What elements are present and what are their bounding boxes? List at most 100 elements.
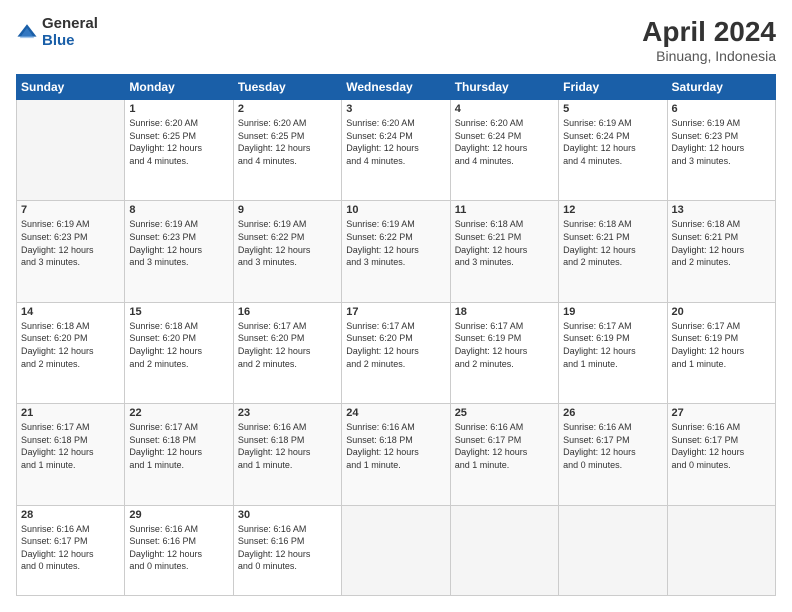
day-info: Sunrise: 6:19 AM Sunset: 6:22 PM Dayligh… — [346, 218, 445, 268]
day-info: Sunrise: 6:16 AM Sunset: 6:16 PM Dayligh… — [238, 523, 337, 573]
col-tuesday: Tuesday — [233, 75, 341, 100]
table-row: 22 Sunrise: 6:17 AM Sunset: 6:18 PM Dayli… — [125, 404, 233, 505]
col-thursday: Thursday — [450, 75, 558, 100]
title-month: April 2024 — [642, 16, 776, 48]
day-info: Sunrise: 6:20 AM Sunset: 6:24 PM Dayligh… — [455, 117, 554, 167]
table-row: 25Sunrise: 6:16 AM Sunset: 6:17 PM Dayli… — [450, 404, 558, 505]
table-row: 28 Sunrise: 6:16 AM Sunset: 6:17 PM Dayli… — [17, 505, 125, 596]
day-number: 3 — [346, 103, 445, 115]
title-location: Binuang, Indonesia — [642, 48, 776, 64]
day-number: 5 — [563, 103, 662, 115]
day-number: 2 — [238, 103, 337, 115]
day-number: 24 — [346, 407, 445, 419]
day-info: Sunrise: 6:20 AM Sunset: 6:24 PM Dayligh… — [346, 117, 445, 167]
day-number: 27 — [672, 407, 771, 419]
table-row: 21 Sunrise: 6:17 AM Sunset: 6:18 PM Dayli… — [17, 404, 125, 505]
day-number: 14 — [21, 306, 120, 318]
table-row — [450, 505, 558, 596]
table-row: 6 Sunrise: 6:19 AM Sunset: 6:23 PM Daylig… — [667, 100, 775, 201]
day-info: Sunrise: 6:16 AM Sunset: 6:18 PM Dayligh… — [346, 421, 445, 471]
table-row: 8 Sunrise: 6:19 AM Sunset: 6:23 PM Daylig… — [125, 201, 233, 302]
col-sunday: Sunday — [17, 75, 125, 100]
table-row: 30Sunrise: 6:16 AM Sunset: 6:16 PM Dayli… — [233, 505, 341, 596]
day-info: Sunrise: 6:19 AM Sunset: 6:23 PM Dayligh… — [672, 117, 771, 167]
day-info: Sunrise: 6:19 AM Sunset: 6:23 PM Dayligh… — [129, 218, 228, 268]
table-row: 4 Sunrise: 6:20 AM Sunset: 6:24 PM Daylig… — [450, 100, 558, 201]
day-info: Sunrise: 6:17 AM Sunset: 6:19 PM Dayligh… — [563, 320, 662, 370]
logo-text: General Blue — [42, 16, 98, 49]
table-row: 19 Sunrise: 6:17 AM Sunset: 6:19 PM Dayli… — [559, 302, 667, 403]
day-number: 1 — [129, 103, 228, 115]
day-info: Sunrise: 6:18 AM Sunset: 6:21 PM Dayligh… — [672, 218, 771, 268]
day-number: 22 — [129, 407, 228, 419]
day-info: Sunrise: 6:20 AM Sunset: 6:25 PM Dayligh… — [129, 117, 228, 167]
table-row: 15 Sunrise: 6:18 AM Sunset: 6:20 PM Dayli… — [125, 302, 233, 403]
day-number: 20 — [672, 306, 771, 318]
day-number: 26 — [563, 407, 662, 419]
day-info: Sunrise: 6:18 AM Sunset: 6:21 PM Dayligh… — [563, 218, 662, 268]
calendar-table: Sunday Monday Tuesday Wednesday Thursday… — [16, 74, 776, 596]
day-number: 10 — [346, 204, 445, 216]
day-number: 11 — [455, 204, 554, 216]
table-row: 14 Sunrise: 6:18 AM Sunset: 6:20 PM Dayli… — [17, 302, 125, 403]
day-info: Sunrise: 6:19 AM Sunset: 6:23 PM Dayligh… — [21, 218, 120, 268]
day-number: 29 — [129, 509, 228, 521]
day-info: Sunrise: 6:18 AM Sunset: 6:20 PM Dayligh… — [21, 320, 120, 370]
day-number: 19 — [563, 306, 662, 318]
col-monday: Monday — [125, 75, 233, 100]
day-number: 16 — [238, 306, 337, 318]
table-row: 13 Sunrise: 6:18 AM Sunset: 6:21 PM Dayli… — [667, 201, 775, 302]
table-row: 11 Sunrise: 6:18 AM Sunset: 6:21 PM Dayli… — [450, 201, 558, 302]
table-row: 23Sunrise: 6:16 AM Sunset: 6:18 PM Dayli… — [233, 404, 341, 505]
table-row: 27 Sunrise: 6:16 AM Sunset: 6:17 PM Dayli… — [667, 404, 775, 505]
day-number: 8 — [129, 204, 228, 216]
col-wednesday: Wednesday — [342, 75, 450, 100]
table-row: 9Sunrise: 6:19 AM Sunset: 6:22 PM Daylig… — [233, 201, 341, 302]
day-info: Sunrise: 6:16 AM Sunset: 6:16 PM Dayligh… — [129, 523, 228, 573]
day-info: Sunrise: 6:18 AM Sunset: 6:21 PM Dayligh… — [455, 218, 554, 268]
logo: General Blue — [16, 16, 98, 49]
day-info: Sunrise: 6:17 AM Sunset: 6:18 PM Dayligh… — [21, 421, 120, 471]
col-friday: Friday — [559, 75, 667, 100]
day-number: 12 — [563, 204, 662, 216]
table-row — [342, 505, 450, 596]
day-number: 7 — [21, 204, 120, 216]
page: General Blue April 2024 Binuang, Indones… — [0, 0, 792, 612]
header: General Blue April 2024 Binuang, Indones… — [16, 16, 776, 64]
day-number: 28 — [21, 509, 120, 521]
day-number: 21 — [21, 407, 120, 419]
day-info: Sunrise: 6:17 AM Sunset: 6:18 PM Dayligh… — [129, 421, 228, 471]
day-number: 23 — [238, 407, 337, 419]
day-info: Sunrise: 6:16 AM Sunset: 6:17 PM Dayligh… — [672, 421, 771, 471]
calendar-header-row: Sunday Monday Tuesday Wednesday Thursday… — [17, 75, 776, 100]
day-info: Sunrise: 6:17 AM Sunset: 6:19 PM Dayligh… — [455, 320, 554, 370]
table-row: 24 Sunrise: 6:16 AM Sunset: 6:18 PM Dayli… — [342, 404, 450, 505]
table-row: 29 Sunrise: 6:16 AM Sunset: 6:16 PM Dayli… — [125, 505, 233, 596]
day-info: Sunrise: 6:18 AM Sunset: 6:20 PM Dayligh… — [129, 320, 228, 370]
day-info: Sunrise: 6:17 AM Sunset: 6:19 PM Dayligh… — [672, 320, 771, 370]
title-area: April 2024 Binuang, Indonesia — [642, 16, 776, 64]
table-row: 1 Sunrise: 6:20 AM Sunset: 6:25 PM Daylig… — [125, 100, 233, 201]
table-row: 2 Sunrise: 6:20 AM Sunset: 6:25 PM Daylig… — [233, 100, 341, 201]
day-number: 6 — [672, 103, 771, 115]
day-number: 25 — [455, 407, 554, 419]
table-row: 7 Sunrise: 6:19 AM Sunset: 6:23 PM Daylig… — [17, 201, 125, 302]
day-info: Sunrise: 6:20 AM Sunset: 6:25 PM Dayligh… — [238, 117, 337, 167]
logo-blue-label: Blue — [42, 33, 98, 50]
day-number: 15 — [129, 306, 228, 318]
table-row: 5 Sunrise: 6:19 AM Sunset: 6:24 PM Daylig… — [559, 100, 667, 201]
table-row: 12 Sunrise: 6:18 AM Sunset: 6:21 PM Dayli… — [559, 201, 667, 302]
table-row: 20 Sunrise: 6:17 AM Sunset: 6:19 PM Dayli… — [667, 302, 775, 403]
table-row: 3 Sunrise: 6:20 AM Sunset: 6:24 PM Daylig… — [342, 100, 450, 201]
day-info: Sunrise: 6:16 AM Sunset: 6:17 PM Dayligh… — [563, 421, 662, 471]
day-info: Sunrise: 6:16 AM Sunset: 6:17 PM Dayligh… — [21, 523, 120, 573]
table-row: 26 Sunrise: 6:16 AM Sunset: 6:17 PM Dayli… — [559, 404, 667, 505]
day-info: Sunrise: 6:19 AM Sunset: 6:24 PM Dayligh… — [563, 117, 662, 167]
logo-general-label: General — [42, 16, 98, 33]
col-saturday: Saturday — [667, 75, 775, 100]
day-info: Sunrise: 6:17 AM Sunset: 6:20 PM Dayligh… — [346, 320, 445, 370]
day-number: 4 — [455, 103, 554, 115]
table-row: 10 Sunrise: 6:19 AM Sunset: 6:22 PM Dayli… — [342, 201, 450, 302]
day-number: 13 — [672, 204, 771, 216]
day-info: Sunrise: 6:17 AM Sunset: 6:20 PM Dayligh… — [238, 320, 337, 370]
